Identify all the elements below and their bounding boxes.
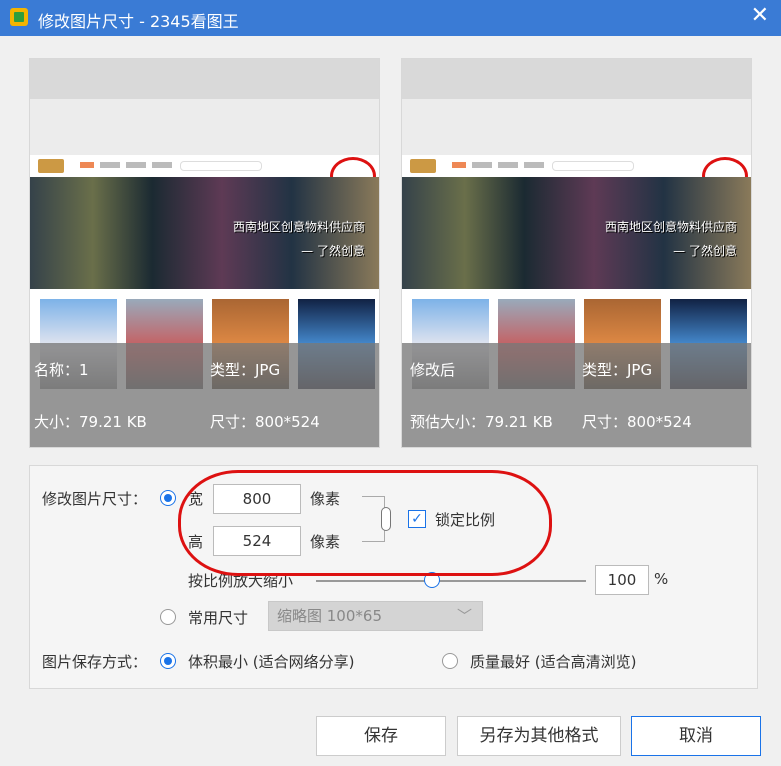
save-mode-label: 图片保存方式： [42,653,148,671]
site-logo-icon [38,159,64,173]
resize-options-panel: 修改图片尺寸： 宽 800 像素 高 524 像素 ✓ 锁定比例 按比例放大缩小… [29,465,758,689]
cancel-button[interactable]: 取消 [631,716,761,756]
save-mode-smallest-radio[interactable] [160,653,176,669]
banner-text-2: — 了然创意 [673,244,737,258]
preview-modified: 西南地区创意物料供应商 — 了然创意 修改后 类型：JPG 预估大小：79.21… [401,58,752,448]
scale-slider[interactable] [316,580,586,582]
save-as-button[interactable]: 另存为其他格式 [457,716,621,756]
banner-text-1: 西南地区创意物料供应商 [232,220,365,234]
title-bar: 修改图片尺寸 - 2345看图王 ✕ [0,0,781,36]
banner-text-1: 西南地区创意物料供应商 [604,220,737,234]
app-icon [10,8,28,26]
save-mode-quality-radio[interactable] [442,653,458,669]
scale-label: 按比例放大缩小 [188,572,294,590]
site-search-icon [552,161,634,171]
chevron-down-icon: ﹀ [456,607,472,625]
resize-label: 修改图片尺寸： [42,490,148,508]
site-logo-icon [410,159,436,173]
image-dimensions: 尺寸：800*524 [582,413,692,431]
height-unit: 像素 [310,533,341,551]
height-label: 高 [188,533,204,551]
save-mode-smallest-label: 体积最小 (适合网络分享) [188,653,355,671]
image-type: 类型：JPG [582,361,653,379]
close-icon[interactable]: ✕ [751,3,769,28]
height-input[interactable]: 524 [213,526,301,556]
common-size-value: 缩略图 100*65 [277,607,382,625]
save-button[interactable]: 保存 [316,716,446,756]
preview-banner-image: 西南地区创意物料供应商 — 了然创意 [30,177,379,289]
image-name: 修改后 [410,361,456,379]
width-unit: 像素 [310,490,341,508]
common-size-label: 常用尺寸 [188,609,249,627]
image-dimensions: 尺寸：800*524 [210,413,320,431]
scale-slider-handle[interactable] [424,572,441,588]
banner-text-2: — 了然创意 [301,244,365,258]
preview-site-nav [402,155,751,195]
image-file-size: 大小：79.21 KB [34,413,147,431]
site-search-icon [180,161,262,171]
image-name: 名称：1 [34,361,89,379]
common-size-radio[interactable] [160,609,176,625]
width-label: 宽 [188,490,204,508]
scale-input[interactable]: 100 [595,565,649,595]
preview-banner-image: 西南地区创意物料供应商 — 了然创意 [402,177,751,289]
lock-ratio-checkbox[interactable]: ✓ [408,510,426,528]
width-input[interactable]: 800 [213,484,301,514]
lock-ratio-label: 锁定比例 [435,511,496,529]
window-title: 修改图片尺寸 - 2345看图王 [38,12,239,31]
image-type: 类型：JPG [210,361,281,379]
save-mode-quality-label: 质量最好 (适合高清浏览) [470,653,637,671]
estimated-file-size: 预估大小：79.21 KB [410,413,553,431]
common-size-select[interactable]: 缩略图 100*65 ﹀ [268,601,483,631]
scale-unit: % [654,570,669,588]
chain-link-icon[interactable] [381,507,391,531]
resize-mode-radio[interactable] [160,490,176,506]
preview-site-nav [30,155,379,195]
preview-original: 西南地区创意物料供应商 — 了然创意 名称：1 类型：JPG 大小：79.21 … [29,58,380,448]
